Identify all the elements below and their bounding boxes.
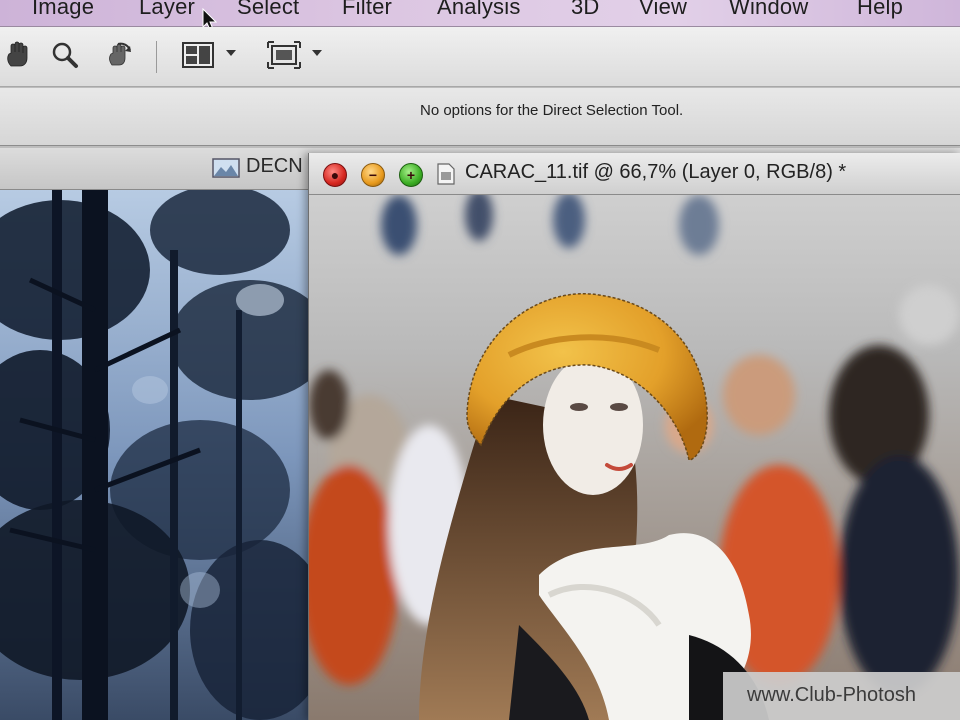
zoom-icon: + — [406, 167, 416, 183]
minimize-icon: − — [368, 167, 378, 183]
menu-bar: Image Layer Select Filter Analysis 3D Vi… — [0, 0, 960, 27]
menu-help[interactable]: Help — [857, 0, 903, 20]
watermark-banner: www.Club-Photosh — [723, 672, 960, 720]
document-canvas[interactable]: www.Club-Photosh — [309, 195, 960, 720]
close-button[interactable]: ● — [323, 163, 347, 187]
menu-filter[interactable]: Filter — [342, 0, 392, 20]
background-document-canvas[interactable] — [0, 190, 310, 720]
menu-analysis[interactable]: Analysis — [437, 0, 521, 20]
document-titlebar[interactable]: ● − + CARAC_11.tif @ 66,7% (Layer 0, RGB… — [309, 153, 960, 195]
zoom-button[interactable]: + — [399, 163, 423, 187]
menu-window[interactable]: Window — [729, 0, 808, 20]
document-window: ● − + CARAC_11.tif @ 66,7% (Layer 0, RGB… — [308, 153, 960, 720]
options-bar: No options for the Direct Selection Tool… — [0, 88, 960, 146]
arrange-documents-icon[interactable] — [180, 37, 216, 73]
arrange-dropdown-chevron-icon[interactable] — [226, 50, 236, 56]
screen-mode-icon[interactable] — [266, 37, 302, 73]
document-title: CARAC_11.tif @ 66,7% (Layer 0, RGB/8) * — [465, 161, 847, 183]
forest-photo — [0, 190, 310, 720]
portrait-photo — [309, 195, 960, 720]
options-message: No options for the Direct Selection Tool… — [420, 102, 684, 119]
menu-image[interactable]: Image — [32, 0, 94, 20]
image-file-icon — [212, 158, 240, 178]
application-toolbar — [0, 27, 960, 87]
background-document-title: DECN — [246, 155, 303, 177]
menu-select[interactable]: Select — [237, 0, 299, 20]
menu-3d[interactable]: 3D — [571, 0, 600, 20]
zoom-tool-icon[interactable] — [47, 37, 83, 73]
hand-tool-icon[interactable] — [0, 37, 36, 73]
minimize-button[interactable]: − — [361, 163, 385, 187]
document-proxy-icon[interactable] — [437, 163, 455, 185]
close-icon: ● — [330, 167, 340, 183]
menu-layer[interactable]: Layer — [139, 0, 195, 20]
rotate-view-icon[interactable] — [101, 37, 137, 73]
toolbar-divider — [156, 41, 157, 73]
menu-view[interactable]: View — [639, 0, 687, 20]
screen-mode-dropdown-chevron-icon[interactable] — [312, 50, 322, 56]
